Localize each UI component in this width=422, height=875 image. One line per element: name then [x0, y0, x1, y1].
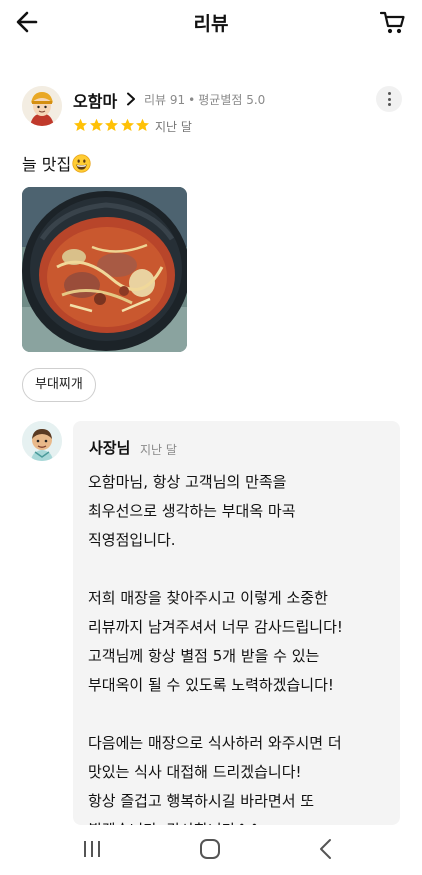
- review-count: 리뷰 91: [144, 93, 186, 107]
- review-text: 늘 맛집: [22, 151, 91, 175]
- review-header: 오함마 리뷰 91 • 평균별점 5.0 지난 달: [22, 86, 402, 138]
- reply-line: 뵙겠습니다. 감사합니다^^: [88, 816, 396, 825]
- more-icon: [387, 92, 391, 95]
- system-nav-bar: [0, 825, 422, 875]
- cart-button[interactable]: [379, 8, 406, 36]
- reviewer-nickname[interactable]: 오함마: [73, 88, 117, 112]
- page-title: 리뷰: [193, 13, 229, 35]
- star-rating: [73, 118, 151, 132]
- more-options-button[interactable]: [376, 86, 402, 112]
- average-rating: 평균별점 5.0: [198, 93, 266, 107]
- review-photo[interactable]: [22, 187, 187, 352]
- reviewer-avatar[interactable]: [22, 86, 62, 126]
- star-icon: [120, 118, 134, 131]
- reply-line: 리뷰까지 남겨주셔서 너무 감사드립니다!: [88, 618, 343, 636]
- reply-line: 항상 즐겁고 행복하시길 바라면서 또: [88, 792, 315, 810]
- reply-line: 최우선으로 생각하는 부대옥 마곡: [88, 502, 296, 520]
- star-icon: [74, 118, 87, 131]
- review-date: 지난 달: [155, 120, 192, 134]
- reply-paragraph-gap: [88, 555, 396, 584]
- star-icon: [105, 118, 118, 131]
- reply-line: 맛있는 식사 대접해 드리겠습니다!: [88, 763, 302, 781]
- reply-line: 부대옥이 될 수 있도록 노력하겠습니다!: [88, 676, 334, 694]
- reply-line: 저희 매장을 찾아주시고 이렇게 소중한: [88, 589, 328, 607]
- owner-reply-text: 오함마님, 항상 고객님의 만족을최우선으로 생각하는 부대옥 마곡직영점입니다…: [88, 468, 396, 825]
- owner-name: 사장님: [89, 439, 131, 457]
- recent-apps-icon[interactable]: [82, 839, 102, 859]
- review-body: 늘 맛집: [22, 155, 72, 174]
- grinning-face-emoji-icon: [72, 154, 91, 173]
- home-icon[interactable]: [199, 838, 221, 860]
- owner-avatar: [22, 421, 62, 461]
- chevron-right-icon[interactable]: [126, 92, 136, 106]
- reviewer-stats: 리뷰 91 • 평균별점 5.0: [144, 91, 265, 108]
- star-icon: [89, 118, 103, 131]
- reply-line: 직영점입니다.: [88, 531, 176, 549]
- more-icon-dot: [387, 97, 391, 101]
- reply-line: 오함마님, 항상 고객님의 만족을: [88, 473, 287, 491]
- menu-tag-chip[interactable]: 부대찌개: [22, 368, 96, 402]
- reply-line: 다음에는 매장으로 식사하러 와주시면 더: [88, 734, 342, 752]
- cart-icon: [379, 11, 405, 34]
- reply-line: 고객님께 항상 별점 5개 받을 수 있는: [88, 647, 320, 665]
- more-icon-dot: [387, 103, 391, 106]
- owner-reply: 사장님 지난 달 오함마님, 항상 고객님의 만족을최우선으로 생각하는 부대옥…: [73, 421, 400, 825]
- star-icon: [136, 118, 149, 131]
- owner-reply-date: 지난 달: [140, 443, 177, 457]
- app-header: 리뷰: [0, 0, 422, 44]
- meta-separator: •: [188, 93, 196, 107]
- reply-paragraph-gap: [88, 700, 396, 729]
- nav-back-icon[interactable]: [318, 838, 334, 860]
